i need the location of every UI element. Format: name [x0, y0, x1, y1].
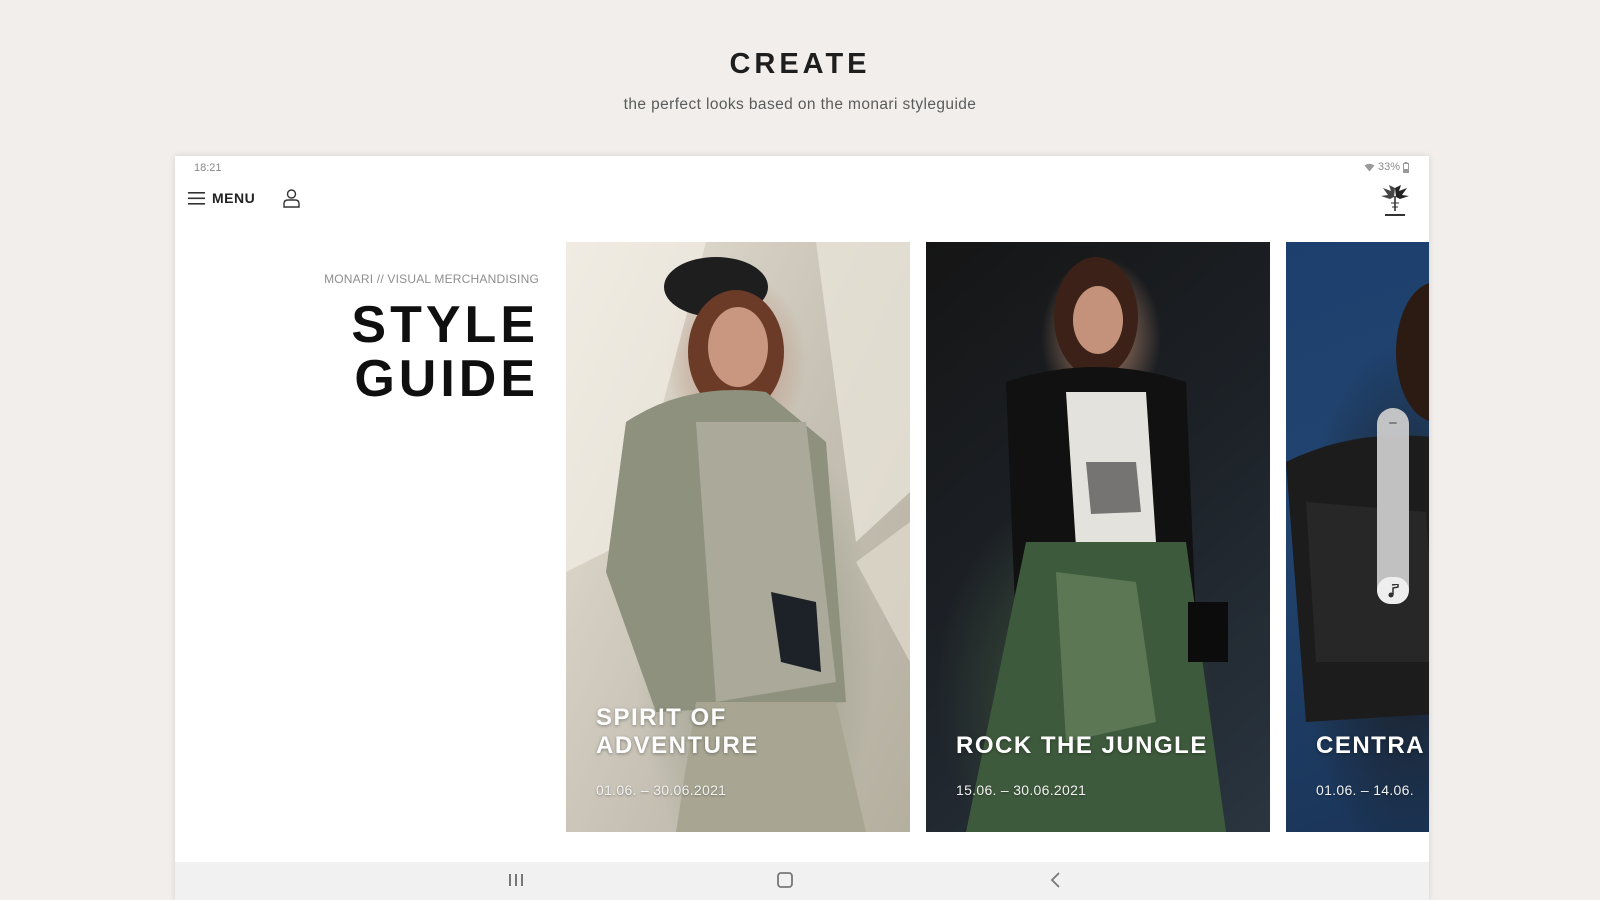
- battery-icon: [1403, 161, 1409, 173]
- card-date: 01.06. – 14.06.: [1316, 782, 1414, 798]
- hamburger-icon: [188, 191, 205, 205]
- recent-apps-icon: [509, 874, 523, 886]
- recent-apps-button[interactable]: [509, 872, 523, 893]
- back-icon: [1050, 872, 1060, 888]
- monari-logo-icon: [1381, 185, 1409, 216]
- card-date: 15.06. – 30.06.2021: [956, 782, 1087, 798]
- status-bar: 18:21 33%: [175, 156, 1429, 180]
- breadcrumb: MONARI // VISUAL MERCHANDISING: [324, 272, 539, 286]
- account-button[interactable]: [283, 189, 300, 213]
- card-title: ROCK THE JUNGLE: [956, 732, 1208, 759]
- wifi-icon: [1364, 163, 1375, 171]
- volume-slider[interactable]: [1377, 408, 1409, 604]
- music-note-icon: [1388, 583, 1399, 597]
- home-button[interactable]: [777, 872, 793, 893]
- slider-handle: [1389, 422, 1397, 424]
- user-icon: [283, 189, 300, 208]
- style-card-rock-the-jungle[interactable]: ROCK THE JUNGLE 15.06. – 30.06.2021: [926, 242, 1270, 832]
- card-title: SPIRIT OF ADVENTURE: [596, 704, 759, 759]
- brand-logo[interactable]: [1379, 184, 1411, 223]
- system-nav-bar: [175, 862, 1429, 900]
- card-title: CENTRA: [1316, 732, 1425, 759]
- style-card-spirit-of-adventure[interactable]: SPIRIT OF ADVENTURE 01.06. – 30.06.2021: [566, 242, 910, 832]
- card-date: 01.06. – 30.06.2021: [596, 782, 727, 798]
- promo-title: CREATE: [729, 48, 871, 80]
- status-time: 18:21: [194, 162, 222, 174]
- page-title: STYLE GUIDE: [351, 296, 539, 408]
- volume-slider-fill: [1377, 577, 1409, 604]
- promo-subtitle: the perfect looks based on the monari st…: [623, 96, 977, 113]
- status-indicators: 33%: [1364, 161, 1409, 173]
- app-header: MENU: [175, 180, 1429, 220]
- menu-label: MENU: [212, 190, 256, 206]
- style-cards-carousel[interactable]: SPIRIT OF ADVENTURE 01.06. – 30.06.2021 …: [566, 242, 1429, 832]
- battery-percent: 33%: [1377, 161, 1400, 173]
- tablet-screen: 18:21 33% MENU MONARI // VISUAL MERCHAND…: [175, 156, 1429, 900]
- menu-button[interactable]: MENU: [188, 190, 255, 206]
- home-icon: [777, 872, 793, 888]
- back-button[interactable]: [1049, 872, 1061, 893]
